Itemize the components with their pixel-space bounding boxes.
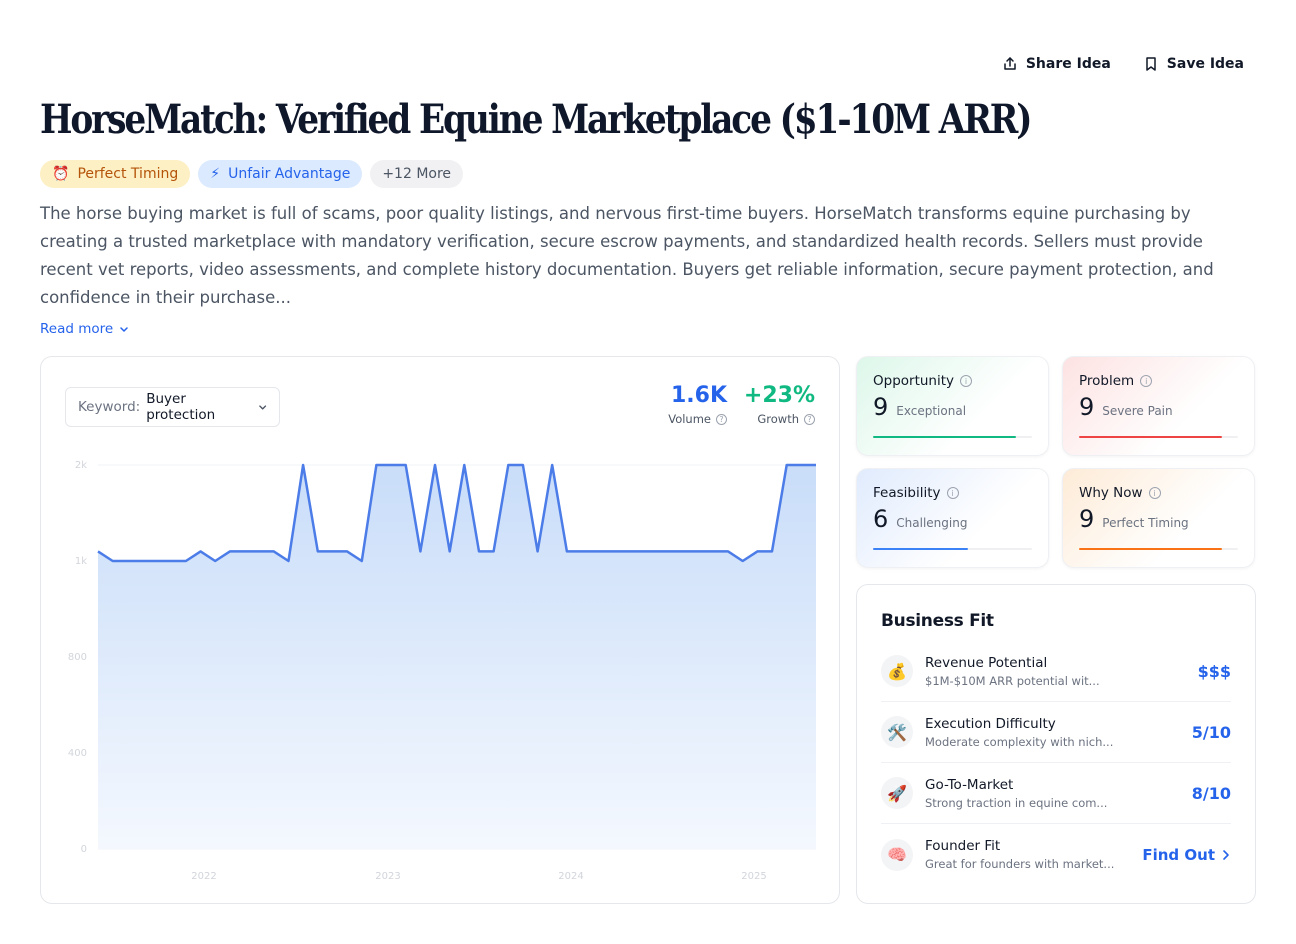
share-idea-button[interactable]: Share Idea (1002, 56, 1111, 72)
feasibility-verdict: Challenging (896, 516, 968, 530)
fit-row-description: Moderate complexity with nich... (925, 734, 1114, 749)
fit-row-value: 8/10 (1191, 783, 1231, 803)
y-tick-label: 0 (81, 844, 87, 855)
problem-verdict: Severe Pain (1102, 404, 1173, 418)
top-actions: Share Idea Save Idea (1002, 56, 1244, 72)
tag-more[interactable]: +12 More (370, 160, 464, 188)
why-now-card[interactable]: Why Now i 9 Perfect Timing (1062, 468, 1255, 568)
trend-chart: 2k 1k 800 400 0 2022 2023 2024 2025 (68, 460, 816, 882)
opportunity-label: Opportunity (873, 373, 955, 389)
why-now-bar-fill (1079, 548, 1223, 550)
read-more-label: Read more (40, 321, 114, 337)
tag-perfect-timing[interactable]: ⏰ Perfect Timing (40, 160, 191, 188)
fit-row-value: 5/10 (1191, 722, 1231, 742)
problem-score: 9 (1079, 393, 1095, 421)
feasibility-bar (873, 548, 1032, 550)
why-now-bar (1079, 548, 1238, 550)
fit-row-description: Strong traction in equine com... (925, 795, 1108, 810)
info-icon[interactable]: i (946, 487, 959, 499)
save-idea-button[interactable]: Save Idea (1143, 56, 1244, 72)
chevron-right-icon (1223, 849, 1229, 860)
x-tick-label: 2024 (558, 871, 583, 882)
why-now-score: 9 (1079, 505, 1095, 533)
feasibility-bar-fill (873, 548, 969, 550)
page-title: HorseMatch: Verified Equine Marketplace … (40, 96, 1032, 143)
problem-bar (1079, 436, 1238, 438)
find-out-label: Find Out (1142, 845, 1215, 864)
trend-chart-card: Keyword: Buyer protection 1.6K Volume? +… (40, 356, 840, 904)
tag-unfair-advantage[interactable]: ⚡ Unfair Advantage (198, 160, 363, 188)
rocket-icon: 🚀 (881, 777, 913, 809)
alarm-clock-icon: ⏰ (52, 166, 70, 182)
fit-row-description: $1M-$10M ARR potential wit... (925, 673, 1100, 688)
fit-row-founder-fit[interactable]: 🧠 Founder Fit Great for founders with ma… (881, 824, 1231, 885)
read-more-link[interactable]: Read more (40, 321, 129, 337)
problem-bar-fill (1079, 436, 1223, 438)
why-now-label: Why Now (1079, 485, 1143, 501)
idea-description: The horse buying market is full of scams… (40, 204, 1214, 307)
opportunity-bar (873, 436, 1032, 438)
tag-label: Unfair Advantage (228, 166, 351, 182)
money-bag-icon: 💰 (881, 655, 913, 687)
opportunity-bar-fill (873, 436, 1017, 438)
opportunity-verdict: Exceptional (896, 404, 967, 418)
info-icon[interactable]: i (960, 375, 973, 387)
share-idea-label: Share Idea (1025, 56, 1111, 72)
why-now-verdict: Perfect Timing (1102, 516, 1189, 530)
y-tick-label: 400 (68, 748, 87, 759)
y-tick-label: 2k (75, 460, 87, 471)
lightning-icon: ⚡ (210, 166, 221, 182)
chart-area (98, 465, 816, 849)
x-tick-label: 2022 (191, 871, 216, 882)
chevron-down-icon (120, 327, 128, 332)
tag-label: +12 More (382, 166, 452, 182)
opportunity-card[interactable]: Opportunity i 9 Exceptional (856, 356, 1049, 456)
y-tick-label: 1k (75, 556, 87, 567)
fit-row-name: Execution Difficulty (925, 715, 1056, 732)
feasibility-score: 6 (873, 505, 889, 533)
share-icon (1004, 57, 1016, 70)
tag-list: ⏰ Perfect Timing ⚡ Unfair Advantage +12 … (40, 160, 464, 188)
save-idea-label: Save Idea (1166, 56, 1244, 72)
fit-row-value: $$$ (1197, 661, 1231, 681)
business-fit-card: Business Fit 💰 Revenue Potential $1M-$10… (856, 584, 1256, 904)
opportunity-score: 9 (873, 393, 889, 421)
fit-row-name: Go-To-Market (925, 776, 1014, 793)
fit-row-revenue[interactable]: 💰 Revenue Potential $1M-$10M ARR potenti… (881, 641, 1231, 702)
problem-label: Problem (1079, 373, 1135, 389)
fit-row-name: Revenue Potential (925, 654, 1048, 671)
tools-icon: 🛠️ (881, 716, 913, 748)
info-icon[interactable]: i (1140, 375, 1153, 387)
fit-row-name: Founder Fit (925, 838, 1001, 854)
tag-label: Perfect Timing (77, 166, 179, 182)
y-tick-label: 800 (68, 652, 87, 663)
x-tick-label: 2025 (741, 871, 766, 882)
find-out-link[interactable]: Find Out (1142, 846, 1231, 864)
feasibility-label: Feasibility (873, 485, 941, 501)
fit-row-go-to-market[interactable]: 🚀 Go-To-Market Strong traction in equine… (881, 763, 1231, 824)
fit-row-description: Great for founders with market... (925, 857, 1115, 871)
feasibility-card[interactable]: Feasibility i 6 Challenging (856, 468, 1049, 568)
info-icon[interactable]: i (1148, 487, 1161, 499)
business-fit-title: Business Fit (881, 611, 994, 631)
brain-icon: 🧠 (881, 838, 913, 871)
x-tick-label: 2023 (375, 871, 400, 882)
fit-row-execution[interactable]: 🛠️ Execution Difficulty Moderate complex… (881, 702, 1231, 763)
bookmark-icon (1146, 57, 1156, 71)
problem-card[interactable]: Problem i 9 Severe Pain (1062, 356, 1255, 456)
